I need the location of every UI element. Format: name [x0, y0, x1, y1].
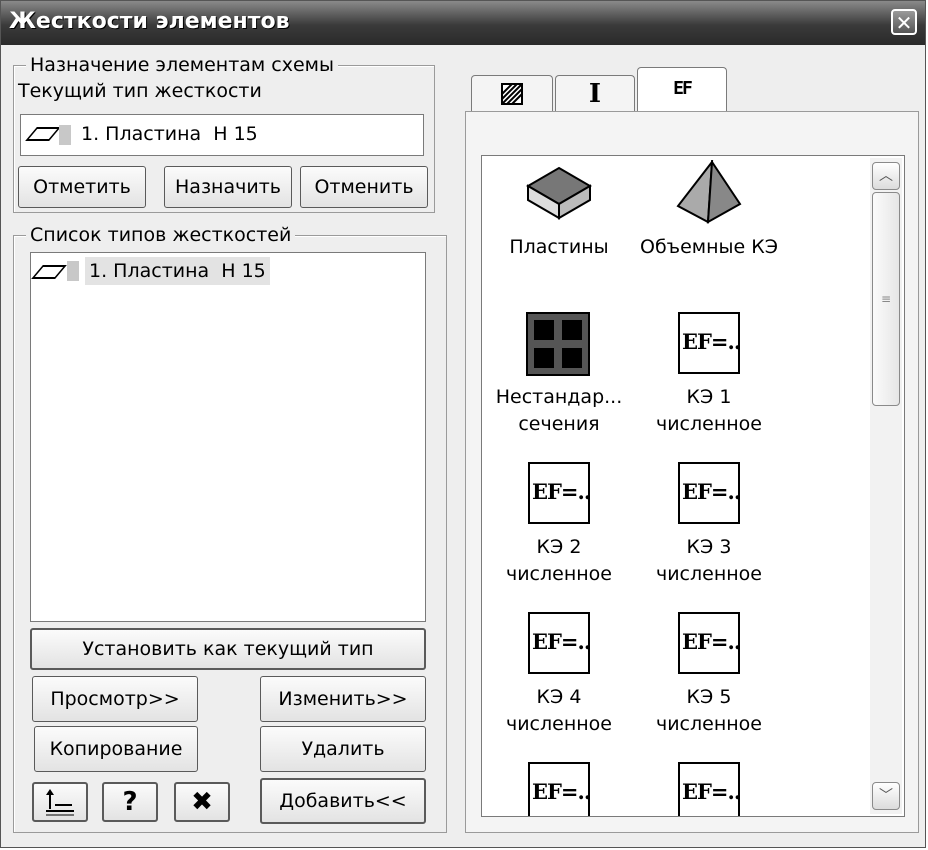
- palette-item-label[interactable]: КЭ 3 численное: [634, 534, 784, 588]
- palette-item-label[interactable]: Объемные КЭ: [634, 234, 784, 261]
- delete-button[interactable]: Удалить: [260, 726, 426, 772]
- ef-icon: EF=...: [528, 462, 590, 524]
- ef-icon: EF=...: [678, 762, 740, 816]
- close-window-button[interactable]: ✕: [891, 9, 917, 35]
- pyramid-icon: [676, 160, 742, 224]
- cancel-button[interactable]: Отменить: [300, 166, 428, 208]
- list-item-label: 1. Пластина Н 15: [85, 257, 270, 285]
- hatch-icon: [501, 83, 523, 105]
- palette-scrollbar[interactable]: ︿ ≡ ﹀: [870, 158, 902, 814]
- sort-button[interactable]: [32, 782, 88, 822]
- sort-icon: [46, 789, 74, 816]
- ef-icon: EF=...: [678, 312, 740, 374]
- scroll-down-button[interactable]: ﹀: [872, 782, 900, 810]
- ef-tab-icon: EF: [673, 78, 693, 99]
- color-swatch: [59, 125, 71, 145]
- close-icon: ✖: [191, 787, 213, 817]
- copy-button[interactable]: Копирование: [34, 726, 198, 772]
- help-icon: ?: [122, 787, 138, 817]
- ef-icon: EF=...: [678, 462, 740, 524]
- element-palette[interactable]: Пластины Объемные КЭ Нестандар... сечени…: [481, 155, 905, 817]
- plate-icon: [25, 127, 61, 141]
- current-type-value: 1. Пластина Н 15: [81, 123, 258, 145]
- add-button[interactable]: Добавить<<: [260, 778, 426, 824]
- ef-icon: EF=...: [678, 612, 740, 674]
- scroll-thumb[interactable]: ≡: [872, 192, 900, 406]
- plate-icon: [31, 265, 67, 279]
- palette-item-label[interactable]: КЭ 5 численное: [634, 684, 784, 738]
- title-bar[interactable]: Жесткости элементов ✕: [1, 1, 925, 45]
- view-button[interactable]: Просмотр>>: [32, 676, 198, 722]
- palette-item-label[interactable]: КЭ 4 численное: [484, 684, 634, 738]
- palette-item-label[interactable]: Нестандар... сечения: [484, 384, 634, 438]
- mark-button[interactable]: Отметить: [18, 166, 146, 208]
- help-button[interactable]: ?: [102, 782, 158, 822]
- plate-3d-icon: [526, 166, 592, 220]
- palette-item-label[interactable]: КЭ 2 численное: [484, 534, 634, 588]
- tab-hatch[interactable]: [471, 75, 553, 111]
- edit-button[interactable]: Изменить>>: [260, 676, 426, 722]
- ef-icon: EF=...: [528, 762, 590, 816]
- list-group: Список типов жесткостей 1. Пластина Н 15…: [13, 224, 447, 833]
- stiffness-list[interactable]: 1. Пластина Н 15: [30, 252, 426, 622]
- nonstandard-section-icon: [526, 312, 590, 376]
- stiffness-dialog: Жесткости элементов ✕ Назначение элемент…: [0, 0, 926, 848]
- set-current-button[interactable]: Установить как текущий тип: [30, 628, 426, 670]
- window-title: Жесткости элементов: [9, 9, 290, 34]
- palette-item-label[interactable]: Пластины: [484, 234, 634, 261]
- palette-item-label[interactable]: КЭ 1 численное: [634, 384, 784, 438]
- ibeam-icon: I: [588, 79, 602, 109]
- close-button[interactable]: ✖: [174, 782, 230, 822]
- assign-group: Назначение элементам схемы Текущий тип ж…: [13, 54, 435, 213]
- tab-ibeam[interactable]: I: [555, 75, 635, 111]
- current-type-label: Текущий тип жесткости: [18, 80, 262, 102]
- color-swatch: [67, 261, 79, 281]
- assign-button[interactable]: Назначить: [164, 166, 292, 208]
- current-type-field[interactable]: 1. Пластина Н 15: [20, 114, 424, 156]
- assign-group-legend: Назначение элементам схемы: [26, 54, 339, 76]
- list-group-legend: Список типов жесткостей: [26, 224, 296, 246]
- ef-icon: EF=...: [528, 612, 590, 674]
- list-item[interactable]: 1. Пластина Н 15: [31, 257, 291, 285]
- scroll-up-button[interactable]: ︿: [872, 162, 900, 190]
- tab-ef[interactable]: EF: [637, 67, 727, 113]
